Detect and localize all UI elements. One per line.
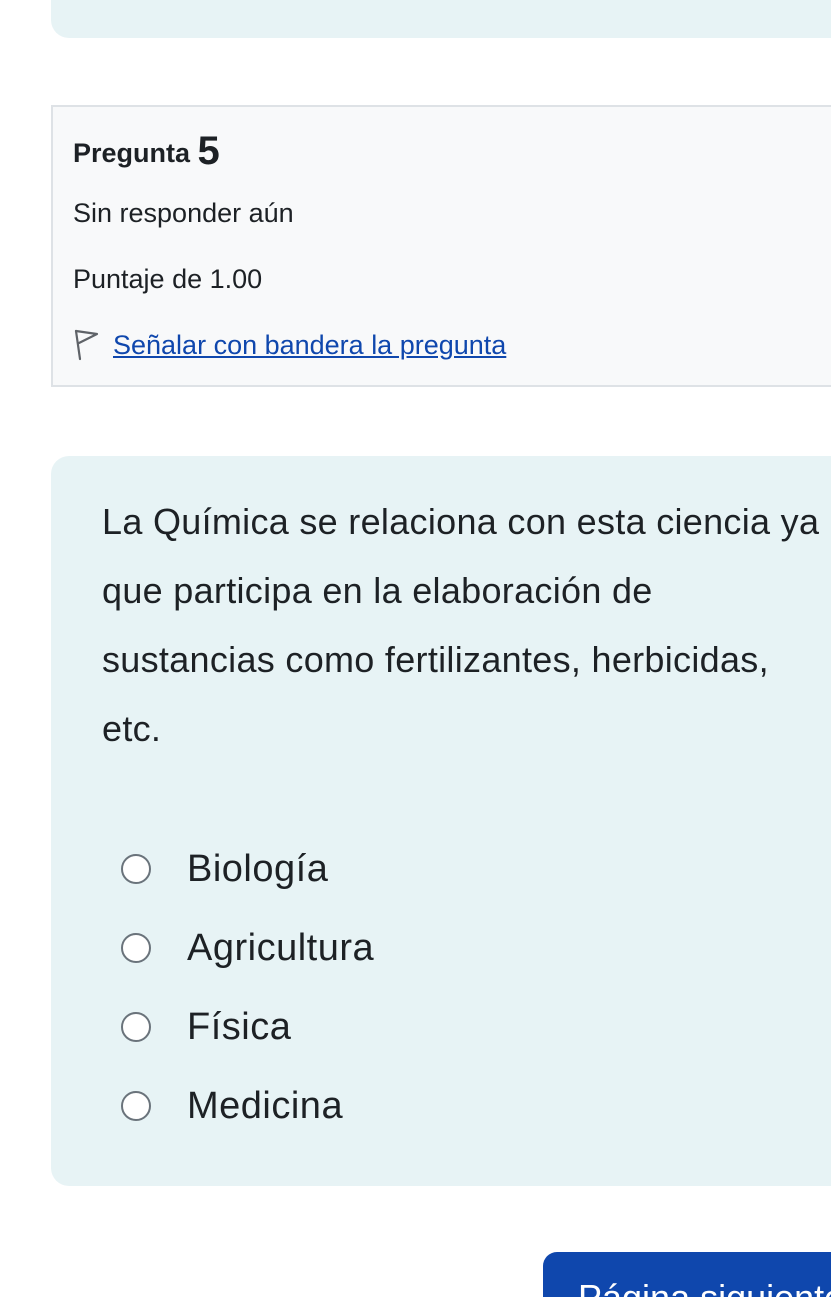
question-title: Pregunta 5: [73, 129, 220, 175]
question-content: La Química se relaciona con esta ciencia…: [51, 456, 831, 1186]
question-info-panel: Pregunta 5 Sin responder aún Puntaje de …: [51, 105, 831, 387]
flag-question-toggle[interactable]: Señalar con bandera la pregunta: [71, 325, 506, 365]
radio-icon[interactable]: [121, 1090, 151, 1121]
flag-icon: [71, 328, 101, 362]
answer-label: Física: [187, 1005, 292, 1048]
question-state: Sin responder aún: [73, 198, 294, 228]
next-page-button[interactable]: Página siguiente: [543, 1252, 831, 1297]
answer-label: Medicina: [187, 1084, 344, 1127]
previous-question-content: [51, 0, 831, 38]
question-grade: Puntaje de 1.00: [73, 264, 263, 294]
answer-label: Agricultura: [187, 926, 375, 969]
answer-option-agricultura[interactable]: Agricultura: [121, 908, 374, 987]
answer-option-biologia[interactable]: Biología: [121, 829, 374, 908]
question-text: La Química se relaciona con esta ciencia…: [102, 501, 820, 749]
next-page-label: Página siguiente: [578, 1278, 831, 1297]
question-number: 5: [197, 129, 220, 173]
radio-icon[interactable]: [121, 1011, 151, 1042]
question-title-prefix: Pregunta: [73, 138, 191, 168]
radio-icon[interactable]: [121, 932, 151, 963]
answer-label: Biología: [187, 847, 329, 890]
answer-option-medicina[interactable]: Medicina: [121, 1066, 374, 1145]
radio-icon[interactable]: [121, 853, 151, 884]
quiz-page: Pregunta 5 Sin responder aún Puntaje de …: [0, 0, 831, 1297]
answer-option-fisica[interactable]: Física: [121, 987, 374, 1066]
answer-options: Biología Agricultura Física Medicina: [121, 829, 374, 1145]
flag-question-link[interactable]: Señalar con bandera la pregunta: [113, 327, 506, 363]
